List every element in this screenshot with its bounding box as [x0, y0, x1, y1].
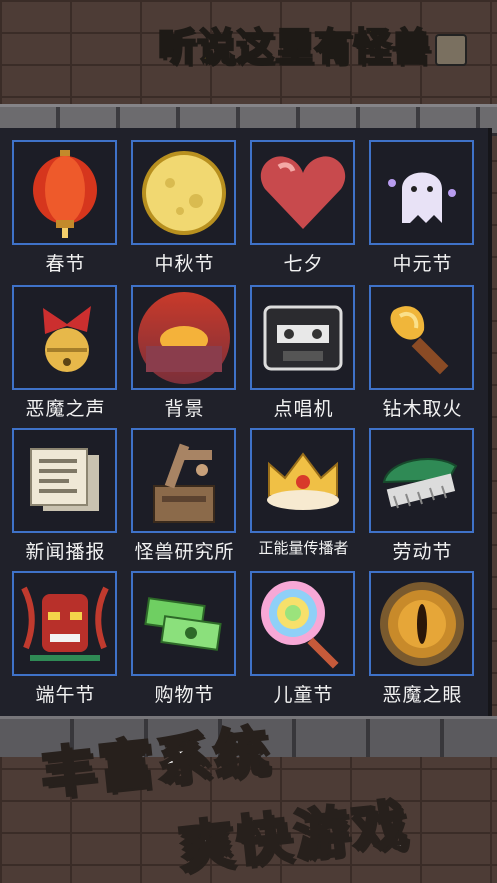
item-frame — [131, 140, 236, 245]
item-label: 儿童节 — [273, 684, 334, 706]
lantern-icon — [32, 149, 97, 238]
grid-item-fire-drill[interactable]: 钻木取火 — [369, 285, 476, 421]
item-label: 购物节 — [154, 684, 215, 706]
game-title: 听说这里有怪兽 — [157, 16, 467, 71]
item-frame — [369, 140, 474, 245]
sunset-icon — [137, 291, 230, 384]
crown-icon — [266, 451, 339, 510]
item-label: 劳动节 — [392, 541, 453, 563]
item-label: 春节 — [45, 253, 86, 275]
item-frame — [12, 285, 117, 390]
grid-item-ghost-festival[interactable]: 中元节 — [369, 140, 476, 276]
grid-item-monster-lab[interactable]: 怪兽研究所 — [131, 428, 238, 564]
grid-item-spring-festival[interactable]: 春节 — [12, 140, 119, 276]
item-label: 中秋节 — [154, 253, 215, 275]
dragon-mask-icon — [20, 586, 109, 661]
grid-item-jukebox[interactable]: 点唱机 — [250, 285, 357, 421]
grid-item-background[interactable]: 背景 — [131, 285, 238, 421]
item-label: 钻木取火 — [382, 398, 463, 420]
grid-item-labor-day[interactable]: 劳动节 — [369, 428, 476, 564]
money-icon — [143, 596, 222, 651]
item-frame — [12, 571, 117, 676]
item-label: 怪兽研究所 — [134, 541, 235, 563]
grid-item-qixi[interactable]: 七夕 — [250, 140, 357, 276]
item-frame — [250, 140, 355, 245]
event-grid-panel: 春节 中秋节 七夕 中元节 恶魔之声 背景 点唱机 钻木取火 新闻播报 怪兽研究… — [0, 128, 492, 718]
grid-item-dragon-boat[interactable]: 端午节 — [12, 571, 119, 707]
item-frame — [250, 571, 355, 676]
item-label: 新闻播报 — [25, 541, 106, 563]
item-label: 点唱机 — [273, 398, 334, 420]
bell-bow-icon — [42, 305, 91, 372]
heart-icon — [260, 155, 345, 229]
grid-item-devil-voice[interactable]: 恶魔之声 — [12, 285, 119, 421]
item-frame — [131, 428, 236, 533]
item-label: 恶魔之声 — [25, 398, 106, 420]
brush-icon — [382, 457, 457, 508]
item-frame — [250, 285, 355, 390]
newspaper-icon — [29, 447, 99, 511]
item-frame — [369, 285, 474, 390]
grid-item-devil-eye[interactable]: 恶魔之眼 — [369, 571, 476, 707]
grid-item-shopping[interactable]: 购物节 — [131, 571, 238, 707]
moon-icon — [141, 150, 226, 235]
item-label: 端午节 — [35, 684, 96, 706]
item-frame — [131, 571, 236, 676]
lollipop-icon — [260, 580, 339, 669]
item-frame — [131, 285, 236, 390]
item-label: 中元节 — [392, 253, 453, 275]
grid-item-mid-autumn[interactable]: 中秋节 — [131, 140, 238, 276]
grid-item-news[interactable]: 新闻播报 — [12, 428, 119, 564]
item-frame — [12, 428, 117, 533]
ghost-icon — [387, 172, 456, 223]
item-label: 正能量传播者 — [258, 539, 349, 557]
item-label: 背景 — [164, 398, 205, 420]
item-frame — [369, 428, 474, 533]
item-label: 七夕 — [283, 253, 324, 275]
grid-item-positive-energy[interactable]: 正能量传播者 — [250, 428, 357, 558]
cassette-icon — [263, 305, 342, 370]
torch-icon — [390, 305, 448, 374]
item-frame — [369, 571, 474, 676]
monster-head-icon — [435, 33, 467, 66]
item-label: 恶魔之眼 — [382, 684, 463, 706]
item-frame — [12, 140, 117, 245]
workshop-icon — [152, 443, 215, 523]
eye-icon — [379, 581, 464, 666]
item-frame — [250, 428, 355, 533]
grid-item-childrens-day[interactable]: 儿童节 — [250, 571, 357, 707]
game-title-text: 听说这里有怪兽 — [157, 24, 431, 70]
